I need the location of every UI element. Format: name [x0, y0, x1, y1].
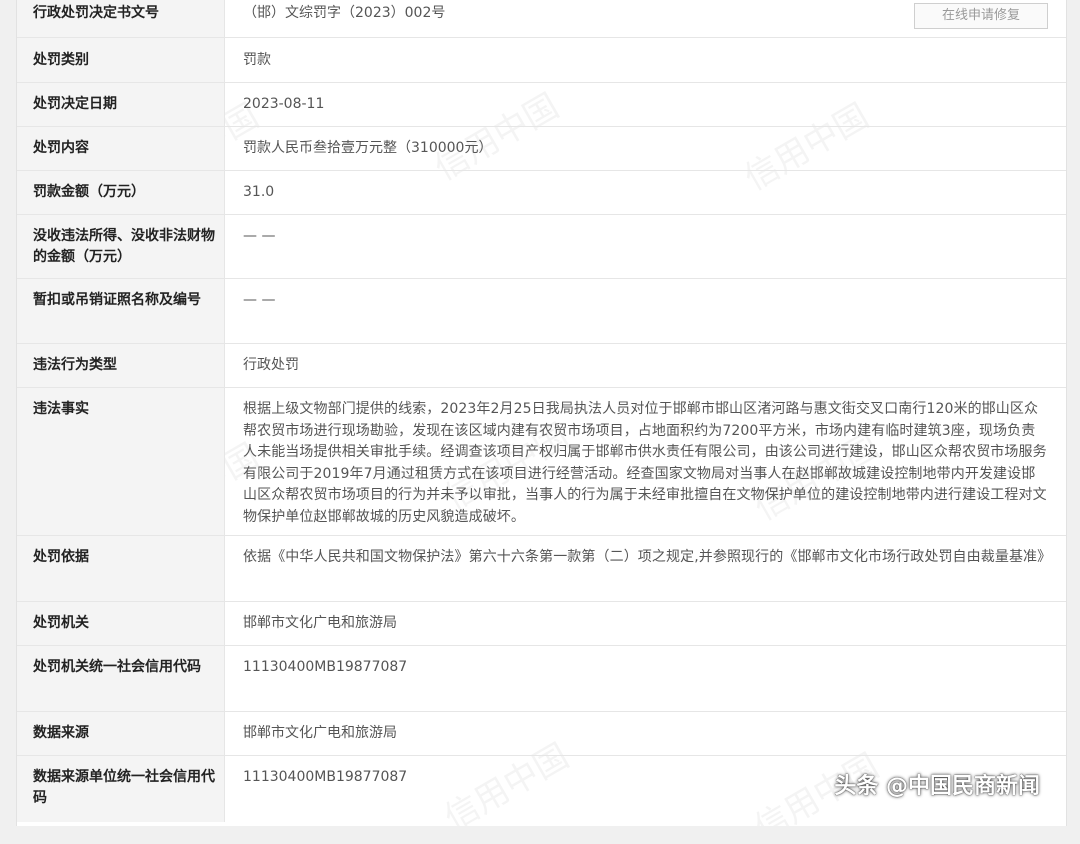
field-value: 罚款	[243, 52, 271, 68]
field-label: 行政处罚决定书文号	[17, 0, 225, 37]
field-label: 数据来源单位统一社会信用代码	[17, 756, 225, 822]
field-label: 处罚内容	[17, 127, 225, 170]
table-row: 处罚机关统一社会信用代码 11130400MB19877087	[17, 646, 1066, 712]
decision-number: （邯）文综罚字（2023）002号	[243, 5, 446, 21]
field-value: 31.0	[243, 184, 275, 200]
field-value: — —	[243, 228, 276, 244]
table-row: 没收违法所得、没收非法财物的金额（万元） — —	[17, 215, 1066, 279]
table-row: 罚款金额（万元） 31.0	[17, 171, 1066, 215]
table-row: 处罚机关 邯郸市文化广电和旅游局	[17, 602, 1066, 646]
field-label: 暂扣或吊销证照名称及编号	[17, 279, 225, 343]
penalty-record-table: 行政处罚决定书文号 （邯）文综罚字（2023）002号 在线申请修复 处罚类别 …	[17, 0, 1066, 822]
table-row: 处罚内容 罚款人民币叁拾壹万元整（310000元）	[17, 127, 1066, 171]
field-label: 处罚类别	[17, 38, 225, 82]
field-value: 11130400MB19877087	[243, 659, 408, 675]
table-row: 行政处罚决定书文号 （邯）文综罚字（2023）002号 在线申请修复	[17, 0, 1066, 38]
field-label: 处罚依据	[17, 536, 225, 601]
field-value: （邯）文综罚字（2023）002号 在线申请修复	[225, 0, 1066, 37]
field-label: 罚款金额（万元）	[17, 171, 225, 214]
field-value: 根据上级文物部门提供的线索，2023年2月25日我局执法人员对位于邯郸市邯山区渚…	[243, 401, 1047, 525]
field-value: 邯郸市文化广电和旅游局	[243, 615, 397, 631]
field-value: — —	[243, 292, 276, 308]
field-label: 违法事实	[17, 388, 225, 535]
apply-repair-button[interactable]: 在线申请修复	[914, 3, 1048, 29]
field-label: 违法行为类型	[17, 344, 225, 387]
field-label: 没收违法所得、没收非法财物的金额（万元）	[17, 215, 225, 278]
table-row: 处罚依据 依据《中华人民共和国文物保护法》第六十六条第一款第（二）项之规定,并参…	[17, 536, 1066, 602]
field-value: 行政处罚	[243, 357, 299, 373]
table-row: 处罚类别 罚款	[17, 38, 1066, 83]
field-value: 邯郸市文化广电和旅游局	[243, 725, 397, 741]
table-row: 违法事实 根据上级文物部门提供的线索，2023年2月25日我局执法人员对位于邯郸…	[17, 388, 1066, 536]
field-label: 处罚机关	[17, 602, 225, 645]
record-sheet: 信用中国 信用中国 信用中国 信用中国 信用中国 信用中国 信用中国 信用中国 …	[16, 0, 1067, 826]
source-credit-watermark: 头条 @中国民商新闻	[834, 774, 1040, 799]
field-value: 罚款人民币叁拾壹万元整（310000元）	[243, 140, 493, 156]
table-row: 处罚决定日期 2023-08-11	[17, 83, 1066, 127]
field-value: 2023-08-11	[243, 96, 325, 112]
table-row: 暂扣或吊销证照名称及编号 — —	[17, 279, 1066, 344]
table-row: 违法行为类型 行政处罚	[17, 344, 1066, 388]
field-label: 数据来源	[17, 712, 225, 755]
page: 信用中国 信用中国 信用中国 信用中国 信用中国 信用中国 信用中国 信用中国 …	[0, 0, 1080, 844]
table-row: 数据来源 邯郸市文化广电和旅游局	[17, 712, 1066, 756]
field-label: 处罚机关统一社会信用代码	[17, 646, 225, 711]
field-label: 处罚决定日期	[17, 83, 225, 126]
field-value: 依据《中华人民共和国文物保护法》第六十六条第一款第（二）项之规定,并参照现行的《…	[243, 549, 1052, 565]
